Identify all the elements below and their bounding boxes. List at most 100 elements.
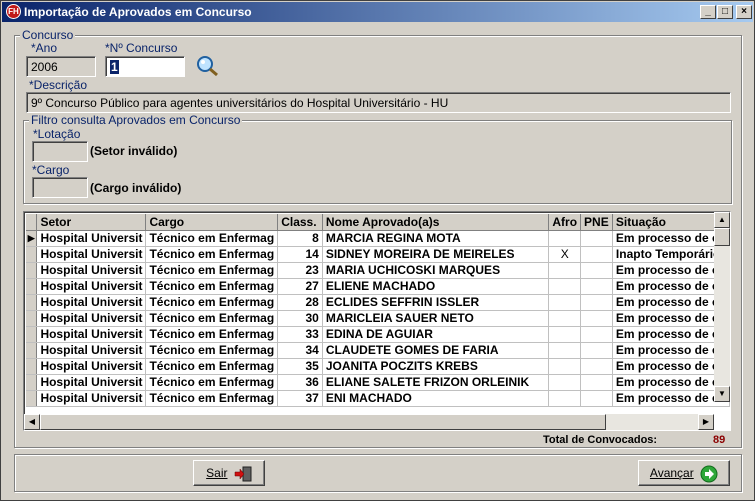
- cell-setor[interactable]: Hospital Universit: [36, 390, 147, 407]
- lotacao-field[interactable]: [32, 141, 88, 162]
- cell-situacao[interactable]: Em processo de co: [612, 390, 730, 407]
- cell-setor[interactable]: Hospital Universit: [36, 246, 147, 263]
- grid-vertical-scrollbar[interactable]: ▲ ▼: [714, 212, 730, 402]
- cell-nome[interactable]: ENI MACHADO: [322, 390, 550, 407]
- table-row[interactable]: Hospital Universit Técnico em Enfermag 34 C…: [26, 342, 730, 359]
- row-indicator[interactable]: ▶: [26, 230, 38, 247]
- cell-situacao[interactable]: Em processo de co: [612, 326, 730, 343]
- cell-afro[interactable]: [548, 310, 582, 327]
- cell-nome[interactable]: ELIENE MACHADO: [322, 278, 550, 295]
- cell-afro[interactable]: [548, 278, 582, 295]
- scroll-up-button[interactable]: ▲: [714, 212, 730, 228]
- cell-afro[interactable]: [548, 374, 582, 391]
- cell-situacao[interactable]: Em processo de co: [612, 358, 730, 375]
- cell-cargo[interactable]: Técnico em Enfermag: [145, 294, 279, 311]
- cell-cargo[interactable]: Técnico em Enfermag: [145, 374, 279, 391]
- title-bar[interactable]: FH Importação de Aprovados em Concurso _…: [2, 2, 753, 22]
- table-row[interactable]: Hospital Universit Técnico em Enfermag 27 E…: [26, 278, 730, 295]
- col-header-situacao[interactable]: Situação: [612, 214, 730, 231]
- row-indicator[interactable]: [26, 246, 38, 263]
- descricao-field[interactable]: 9º Concurso Público para agentes univers…: [26, 92, 731, 113]
- table-row[interactable]: Hospital Universit Técnico em Enfermag 37 E…: [26, 390, 730, 407]
- cell-afro[interactable]: [548, 390, 582, 407]
- row-indicator[interactable]: [26, 294, 38, 311]
- aprovados-grid[interactable]: Setor Cargo Class. Nome Aprovado(a)s Afr…: [23, 211, 731, 431]
- table-row[interactable]: Hospital Universit Técnico em Enfermag 23 M…: [26, 262, 730, 279]
- table-row[interactable]: Hospital Universit Técnico em Enfermag 28 E…: [26, 294, 730, 311]
- cell-afro[interactable]: [548, 326, 582, 343]
- cell-cargo[interactable]: Técnico em Enfermag: [145, 246, 279, 263]
- cell-class[interactable]: 23: [277, 262, 323, 279]
- scroll-down-button[interactable]: ▼: [714, 386, 730, 402]
- cell-pne[interactable]: [580, 262, 613, 279]
- row-indicator[interactable]: [26, 374, 38, 391]
- row-indicator[interactable]: [26, 358, 38, 375]
- cell-setor[interactable]: Hospital Universit: [36, 358, 147, 375]
- scroll-right-button[interactable]: ▶: [698, 414, 714, 430]
- cell-pne[interactable]: [580, 278, 613, 295]
- cell-nome[interactable]: JOANITA POCZITS KREBS: [322, 358, 550, 375]
- cell-situacao[interactable]: Em processo de co: [612, 310, 730, 327]
- col-header-nome[interactable]: Nome Aprovado(a)s: [322, 214, 550, 231]
- close-button[interactable]: ×: [736, 5, 752, 19]
- cell-setor[interactable]: Hospital Universit: [36, 310, 147, 327]
- cell-afro[interactable]: [548, 342, 582, 359]
- cell-setor[interactable]: Hospital Universit: [36, 262, 147, 279]
- cell-pne[interactable]: [580, 342, 613, 359]
- cell-nome[interactable]: CLAUDETE GOMES DE FARIA: [322, 342, 550, 359]
- minimize-button[interactable]: _: [700, 5, 716, 19]
- search-concurso-button[interactable]: [195, 55, 219, 77]
- horizontal-scroll-thumb[interactable]: [40, 414, 606, 430]
- cell-class[interactable]: 8: [277, 230, 323, 247]
- cell-class[interactable]: 30: [277, 310, 323, 327]
- cell-afro[interactable]: [548, 262, 582, 279]
- col-header-pne[interactable]: PNE: [580, 214, 613, 231]
- row-indicator[interactable]: [26, 262, 38, 279]
- cell-cargo[interactable]: Técnico em Enfermag: [145, 358, 279, 375]
- cell-afro[interactable]: [548, 294, 582, 311]
- cell-setor[interactable]: Hospital Universit: [36, 294, 147, 311]
- cell-pne[interactable]: [580, 246, 613, 263]
- cell-pne[interactable]: [580, 326, 613, 343]
- col-header-afro[interactable]: Afro: [548, 214, 582, 231]
- cell-nome[interactable]: ECLIDES SEFFRIN ISSLER: [322, 294, 550, 311]
- table-row[interactable]: Hospital Universit Técnico em Enfermag 33 E…: [26, 326, 730, 343]
- cell-nome[interactable]: SIDNEY MOREIRA DE MEIRELES: [322, 246, 550, 263]
- cell-situacao[interactable]: Em processo de co: [612, 342, 730, 359]
- row-indicator[interactable]: [26, 342, 38, 359]
- row-indicator[interactable]: [26, 310, 38, 327]
- cell-class[interactable]: 33: [277, 326, 323, 343]
- col-header-cargo[interactable]: Cargo: [145, 214, 279, 231]
- ano-field[interactable]: 2006: [26, 56, 96, 77]
- cell-setor[interactable]: Hospital Universit: [36, 278, 147, 295]
- cell-pne[interactable]: [580, 230, 613, 247]
- cell-situacao[interactable]: Em processo de co: [612, 262, 730, 279]
- row-indicator[interactable]: [26, 278, 38, 295]
- cell-class[interactable]: 14: [277, 246, 323, 263]
- cell-nome[interactable]: ELIANE SALETE FRIZON ORLEINIK: [322, 374, 550, 391]
- cell-situacao[interactable]: Inapto Temporário: [612, 246, 730, 263]
- grid-horizontal-scrollbar[interactable]: ◀ ▶: [24, 414, 714, 430]
- cell-class[interactable]: 36: [277, 374, 323, 391]
- cell-nome[interactable]: MARIA UCHICOSKI MARQUES: [322, 262, 550, 279]
- col-header-class[interactable]: Class.: [277, 214, 323, 231]
- app-icon[interactable]: FH: [6, 4, 21, 19]
- col-header-setor[interactable]: Setor: [36, 214, 147, 231]
- cell-cargo[interactable]: Técnico em Enfermag: [145, 342, 279, 359]
- cell-pne[interactable]: [580, 310, 613, 327]
- cell-afro[interactable]: [548, 230, 582, 247]
- cell-setor[interactable]: Hospital Universit: [36, 326, 147, 343]
- vertical-scroll-thumb[interactable]: [714, 228, 730, 246]
- cell-pne[interactable]: [580, 358, 613, 375]
- cell-setor[interactable]: Hospital Universit: [36, 342, 147, 359]
- maximize-button[interactable]: □: [717, 5, 733, 19]
- cell-situacao[interactable]: Em processo de co: [612, 230, 730, 247]
- cell-class[interactable]: 28: [277, 294, 323, 311]
- cell-situacao[interactable]: Em processo de co: [612, 294, 730, 311]
- cell-situacao[interactable]: Em processo de co: [612, 374, 730, 391]
- cell-nome[interactable]: MARICLEIA SAUER NETO: [322, 310, 550, 327]
- cell-class[interactable]: 35: [277, 358, 323, 375]
- cell-pne[interactable]: [580, 390, 613, 407]
- cell-class[interactable]: 27: [277, 278, 323, 295]
- table-row[interactable]: Hospital Universit Técnico em Enfermag 35 J…: [26, 358, 730, 375]
